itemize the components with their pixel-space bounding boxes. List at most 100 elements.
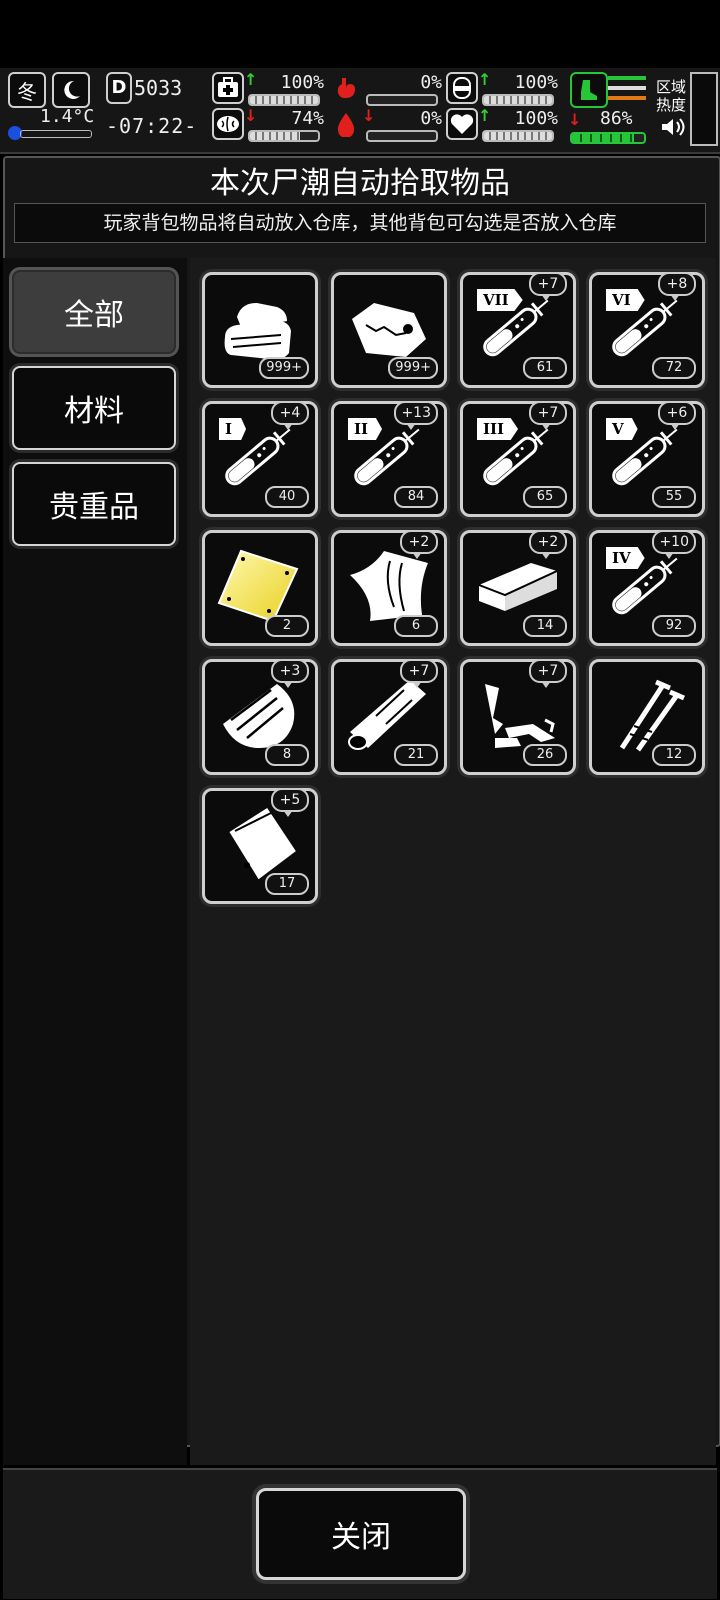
stat-blood-drop: ↓ 0%: [330, 106, 442, 142]
trend-down-arrow: ↓: [362, 106, 376, 125]
item-count: 84: [394, 486, 438, 508]
stat-bar: [366, 130, 438, 142]
stat-bar: [248, 94, 320, 106]
item-slot[interactable]: +7 26: [460, 659, 576, 775]
tier-label: II: [348, 418, 383, 440]
stamina-boot-icon: [570, 72, 608, 108]
bonus-badge: +8: [658, 272, 696, 301]
day-label: D: [106, 72, 132, 104]
blood-drop-icon: [330, 108, 362, 140]
stat-value: 74%: [291, 108, 324, 129]
tier-label: IV: [606, 547, 645, 569]
tab-all[interactable]: 全部: [12, 270, 176, 354]
tier-label: III: [477, 418, 519, 440]
tier-label: V: [606, 418, 638, 440]
stat-medkit: ↑ 100%: [212, 70, 324, 106]
moon-icon: [52, 72, 90, 108]
item-count: 61: [523, 357, 567, 379]
stat-stomach: 0%: [330, 72, 442, 106]
trend-up-arrow: ↑: [244, 70, 258, 89]
item-count: 999+: [259, 357, 309, 379]
tier-label: VII: [477, 289, 523, 311]
bonus-badge: +7: [529, 272, 567, 301]
stat-value: 100%: [514, 72, 558, 93]
day-number: 5033: [134, 76, 183, 100]
stat-bar: [248, 130, 320, 142]
item-slot[interactable]: I +4 40: [202, 401, 318, 517]
item-slot[interactable]: +5 17: [202, 788, 318, 904]
season-label: 冬: [17, 79, 37, 104]
bonus-badge: +13: [394, 401, 438, 430]
tier-label: VI: [606, 289, 645, 311]
item-slot[interactable]: IV +10 92: [589, 530, 705, 646]
stat-brain: ↓ 74%: [212, 106, 324, 142]
item-slot[interactable]: VII +7 61: [460, 272, 576, 388]
item-slot[interactable]: III +7 65: [460, 401, 576, 517]
item-count: 6: [394, 615, 438, 637]
item-slot[interactable]: 2: [202, 530, 318, 646]
item-slot[interactable]: V +6 55: [589, 401, 705, 517]
region-heat-label: 区域 热度: [656, 78, 687, 114]
stamina-line-1: [608, 76, 646, 80]
bonus-badge: +4: [271, 401, 309, 430]
item-slot[interactable]: +2 6: [331, 530, 447, 646]
item-count: 21: [394, 744, 438, 766]
stamina-line-2: [608, 86, 646, 90]
survival-hud: 冬 1.4°C D 5033 -07:22- ↑ 100% 0% ↑ 100% ↓ 74% ↓…: [0, 68, 720, 154]
trend-up-arrow: ↑: [478, 106, 492, 125]
stat-bandage: ↑ 100%: [446, 70, 558, 106]
stamina-value: 86%: [600, 108, 633, 129]
item-count: 17: [265, 873, 309, 895]
item-slot[interactable]: VI +8 72: [589, 272, 705, 388]
item-count: 14: [523, 615, 567, 637]
region-heat-meter: [690, 72, 718, 146]
item-slot[interactable]: +7 21: [331, 659, 447, 775]
item-count: 999+: [388, 357, 438, 379]
item-slot[interactable]: +2 14: [460, 530, 576, 646]
stat-bar: [482, 130, 554, 142]
item-slot[interactable]: 999+: [202, 272, 318, 388]
tab-materials[interactable]: 材料: [12, 366, 176, 450]
tab-valuables[interactable]: 贵重品: [12, 462, 176, 546]
stat-heart: ↑ 100%: [446, 106, 558, 142]
bonus-badge: +7: [529, 659, 567, 688]
item-count: 26: [523, 744, 567, 766]
bonus-badge: +2: [400, 530, 438, 559]
item-count: 2: [265, 615, 309, 637]
stat-bar: [366, 94, 438, 106]
trend-up-arrow: ↑: [478, 70, 492, 89]
stamina-line-3: [608, 96, 646, 100]
item-slot[interactable]: 12: [589, 659, 705, 775]
stomach-icon: [330, 72, 362, 104]
close-button[interactable]: 关闭: [256, 1488, 466, 1580]
item-count: 65: [523, 486, 567, 508]
item-count: 92: [652, 615, 696, 637]
stamina-bar: [570, 132, 646, 144]
item-slot[interactable]: II +13 84: [331, 401, 447, 517]
tier-label: I: [219, 418, 247, 440]
item-slot[interactable]: +3 8: [202, 659, 318, 775]
brain-icon: [212, 108, 244, 140]
item-count: 12: [652, 744, 696, 766]
season-icon: 冬: [8, 72, 46, 108]
stat-value: 0%: [420, 72, 442, 93]
trend-down-arrow: ↓: [244, 106, 258, 125]
speaker-icon[interactable]: [660, 116, 686, 142]
bonus-badge: +2: [529, 530, 567, 559]
stamina-down-arrow: ↓: [568, 110, 582, 129]
temperature-text: 1.4°C: [40, 106, 95, 127]
medkit-icon: [212, 72, 244, 104]
bonus-badge: +7: [529, 401, 567, 430]
item-count: 40: [265, 486, 309, 508]
stat-value: 100%: [280, 72, 324, 93]
item-count: 8: [265, 744, 309, 766]
game-clock: -07:22-: [106, 114, 198, 138]
bonus-badge: +10: [652, 530, 696, 559]
dialog-subtitle: 玩家背包物品将自动放入仓库，其他背包可勾选是否放入仓库: [14, 203, 706, 243]
item-count: 55: [652, 486, 696, 508]
bandage-icon: [446, 72, 478, 104]
bonus-badge: +3: [271, 659, 309, 688]
stat-value: 100%: [514, 108, 558, 129]
item-count: 72: [652, 357, 696, 379]
item-slot[interactable]: 999+: [331, 272, 447, 388]
